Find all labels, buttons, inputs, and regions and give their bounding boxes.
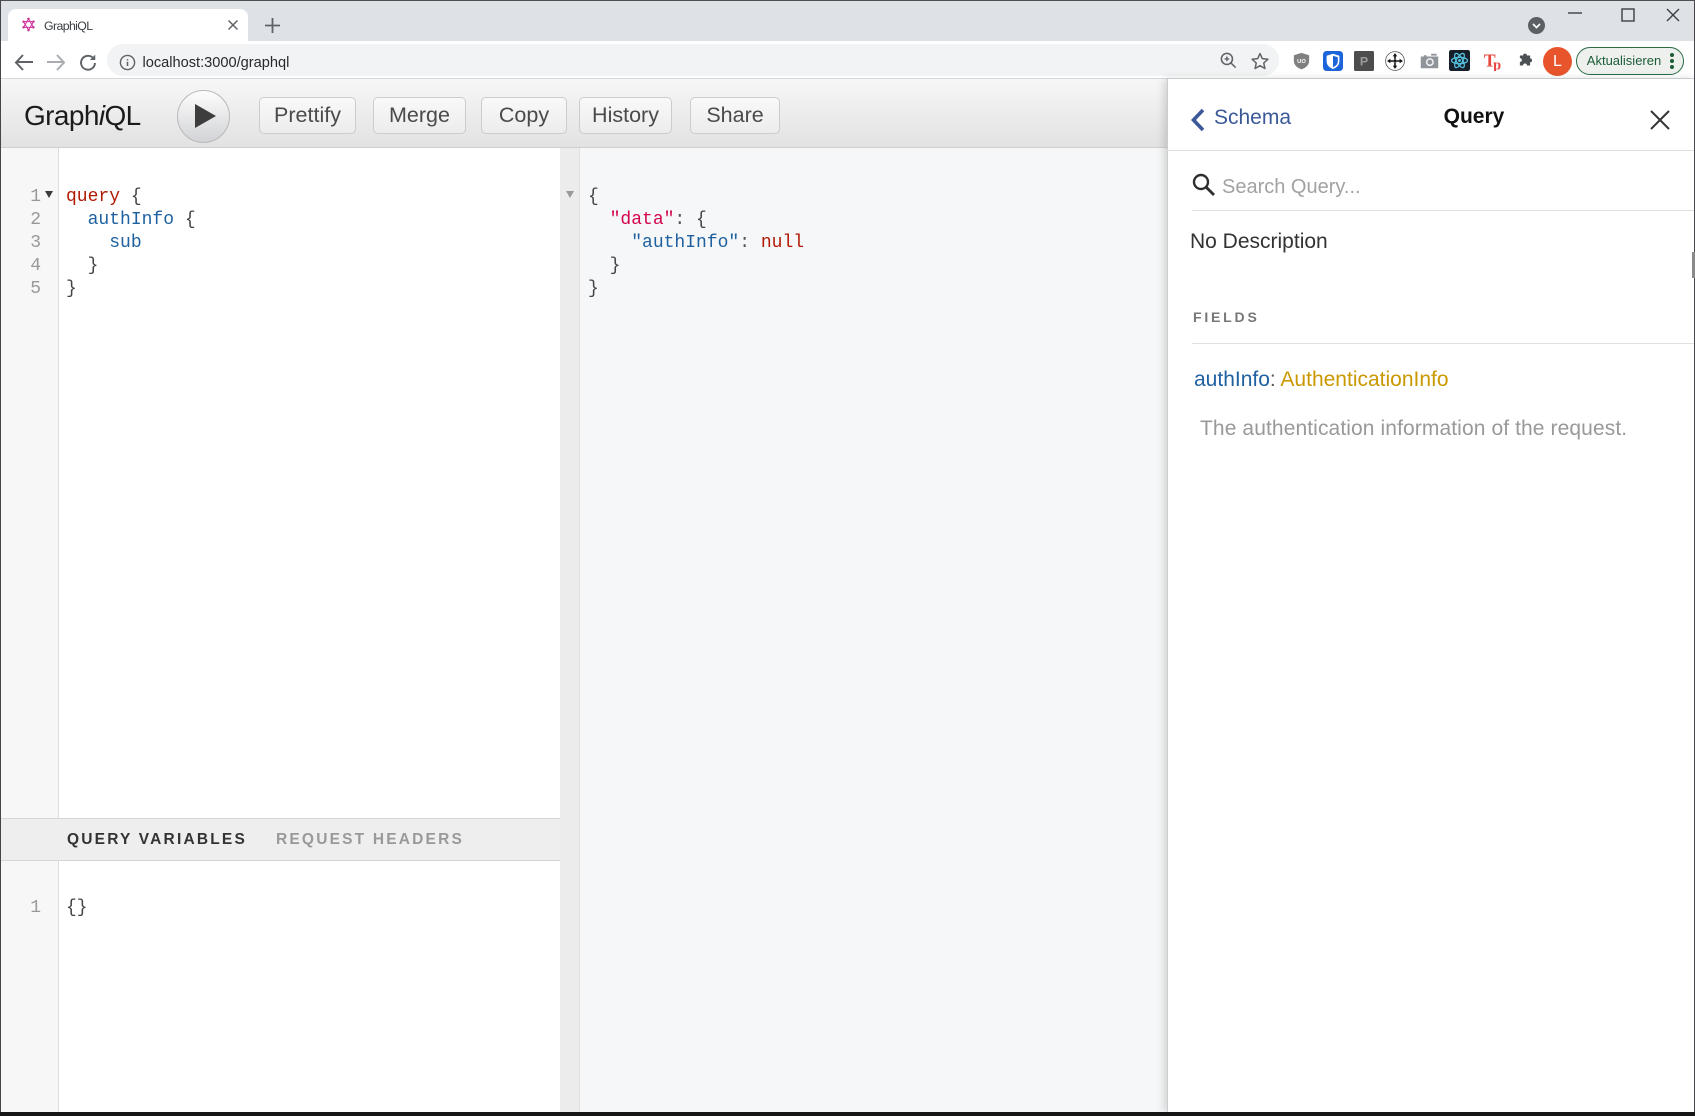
- svg-text:UO: UO: [1297, 59, 1306, 65]
- svg-text:p: p: [1493, 57, 1501, 71]
- svg-text:P: P: [1360, 54, 1368, 68]
